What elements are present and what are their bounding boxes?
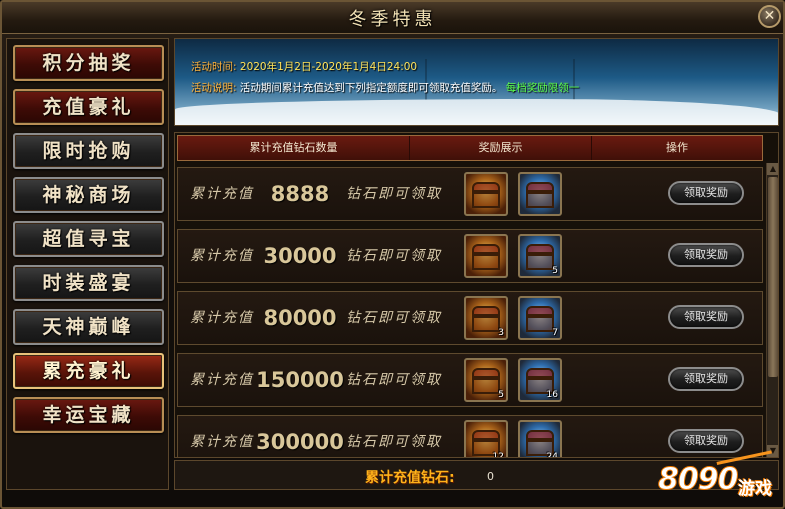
sidebar-item-cumulative-gift[interactable]: 累充豪礼 — [13, 353, 164, 389]
blue-chest-icon[interactable]: 7 — [518, 296, 562, 340]
close-icon: ✕ — [763, 8, 776, 24]
banner-snow — [175, 99, 778, 125]
table-row: 累计充值 30000 钻石即可领取 5 领取奖励 — [177, 229, 763, 283]
row-amount: 30000 — [263, 244, 337, 268]
sidebar-item-label: 积分抽奖 — [42, 52, 135, 74]
sidebar-item-label: 天神巅峰 — [42, 316, 135, 338]
event-desc-text: 活动期间累计充值达到下列指定额度即可领取充值奖励。 — [239, 82, 503, 94]
row-prefix: 累计充值 — [190, 372, 254, 388]
header-amount: 累计充值钻石数量 — [178, 136, 410, 160]
blue-chest-icon[interactable]: 5 — [518, 234, 562, 278]
scroll-up-icon[interactable]: ▲ — [767, 163, 778, 175]
table-row: 累计充值 300000 钻石即可领取 12 24 领取奖励 — [177, 415, 763, 458]
row-amount: 150000 — [256, 368, 344, 392]
gold-chest-icon[interactable]: 12 — [464, 420, 508, 458]
watermark-digits: 8090 — [658, 462, 739, 498]
row-amount: 8888 — [270, 182, 330, 206]
sidebar-item-label: 累充豪礼 — [42, 360, 135, 382]
sidebar-item-label: 神秘商场 — [42, 184, 135, 206]
table-header: 累计充值钻石数量 奖励展示 操作 — [177, 135, 763, 161]
sidebar-item-label: 超值寻宝 — [42, 228, 135, 250]
close-button[interactable]: ✕ — [758, 5, 781, 28]
reward-count: 5 — [552, 266, 558, 276]
table-scrollbar[interactable]: ▲ ▼ — [766, 163, 778, 457]
sidebar-item-god-peak[interactable]: 天神巅峰 — [13, 309, 164, 345]
claim-reward-button[interactable]: 领取奖励 — [668, 181, 744, 205]
gold-chest-icon[interactable]: 3 — [464, 296, 508, 340]
header-action: 操作 — [666, 141, 688, 154]
window-title: 冬季特惠 — [348, 9, 437, 30]
row-amount: 80000 — [263, 306, 337, 330]
gold-chest-icon[interactable]: 5 — [464, 358, 508, 402]
header-rewards: 奖励展示 — [410, 136, 592, 160]
gold-chest-icon[interactable] — [464, 234, 508, 278]
total-recharge-label: 累计充值钻石: — [365, 470, 455, 486]
reward-count: 24 — [546, 452, 558, 458]
sidebar-item-mystery-shop[interactable]: 神秘商场 — [13, 177, 164, 213]
row-suffix: 钻石即可领取 — [346, 186, 442, 202]
sidebar-item-label: 限时抢购 — [42, 140, 135, 162]
event-desc-highlight: 每档奖励限领一 — [505, 82, 580, 94]
event-time-value: 2020年1月2日-2020年1月4日24:00 — [239, 61, 418, 73]
claim-reward-button[interactable]: 领取奖励 — [668, 429, 744, 453]
blue-chest-icon[interactable]: 24 — [518, 420, 562, 458]
table-row: 累计充值 80000 钻石即可领取 3 7 领取奖励 — [177, 291, 763, 345]
sidebar: 积分抽奖 充值豪礼 限时抢购 神秘商场 超值寻宝 时装盛宴 天神巅峰 累充豪礼 … — [6, 38, 169, 490]
watermark-text: 游戏 — [738, 479, 772, 499]
site-watermark-logo: 8090 游戏 — [658, 450, 783, 506]
total-recharge-value: 0 — [487, 470, 494, 483]
reward-count: 16 — [546, 390, 558, 400]
row-suffix: 钻石即可领取 — [346, 248, 442, 264]
reward-table: 累计充值钻石数量 奖励展示 操作 累计充值 8888 钻石即可领取 领取奖励 累… — [174, 132, 779, 458]
row-prefix: 累计充值 — [190, 310, 254, 326]
title-bar: 冬季特惠 ✕ — [2, 2, 783, 34]
table-row: 累计充值 150000 钻石即可领取 5 16 领取奖励 — [177, 353, 763, 407]
reward-count: 5 — [498, 390, 504, 400]
gold-chest-icon[interactable] — [464, 172, 508, 216]
row-suffix: 钻石即可领取 — [346, 434, 442, 450]
blue-chest-icon[interactable] — [518, 172, 562, 216]
sidebar-item-flash-sale[interactable]: 限时抢购 — [13, 133, 164, 169]
sidebar-item-points-draw[interactable]: 积分抽奖 — [13, 45, 164, 81]
blue-chest-icon[interactable]: 16 — [518, 358, 562, 402]
table-row: 累计充值 8888 钻石即可领取 领取奖励 — [177, 167, 763, 221]
activity-window: 冬季特惠 ✕ 积分抽奖 充值豪礼 限时抢购 神秘商场 超值寻宝 时装盛宴 天神巅… — [0, 0, 785, 509]
reward-count: 3 — [498, 328, 504, 338]
event-time-line: 活动时间: 2020年1月2日-2020年1月4日24:00 — [191, 59, 417, 74]
reward-count: 7 — [552, 328, 558, 338]
row-amount: 300000 — [256, 430, 344, 454]
event-desc-line: 活动说明: 活动期间累计充值达到下列指定额度即可领取充值奖励。 每档奖励限领一 — [191, 80, 579, 95]
sidebar-item-label: 幸运宝藏 — [42, 404, 135, 426]
sidebar-item-fashion-feast[interactable]: 时装盛宴 — [13, 265, 164, 301]
row-prefix: 累计充值 — [190, 186, 254, 202]
reward-count: 12 — [492, 452, 504, 458]
scroll-thumb[interactable] — [768, 177, 778, 377]
claim-reward-button[interactable]: 领取奖励 — [668, 305, 744, 329]
sidebar-item-recharge-gift[interactable]: 充值豪礼 — [13, 89, 164, 125]
claim-reward-button[interactable]: 领取奖励 — [668, 367, 744, 391]
sidebar-item-label: 时装盛宴 — [42, 272, 135, 294]
sidebar-item-label: 充值豪礼 — [42, 96, 135, 118]
row-prefix: 累计充值 — [190, 248, 254, 264]
row-prefix: 累计充值 — [190, 434, 254, 450]
row-suffix: 钻石即可领取 — [346, 310, 442, 326]
event-time-label: 活动时间: — [191, 61, 237, 73]
sidebar-item-lucky-treasure[interactable]: 幸运宝藏 — [13, 397, 164, 433]
event-desc-label: 活动说明: — [191, 82, 237, 94]
row-suffix: 钻石即可领取 — [346, 372, 442, 388]
claim-reward-button[interactable]: 领取奖励 — [668, 243, 744, 267]
event-banner: 活动时间: 2020年1月2日-2020年1月4日24:00 活动说明: 活动期… — [174, 38, 779, 126]
sidebar-item-treasure-hunt[interactable]: 超值寻宝 — [13, 221, 164, 257]
